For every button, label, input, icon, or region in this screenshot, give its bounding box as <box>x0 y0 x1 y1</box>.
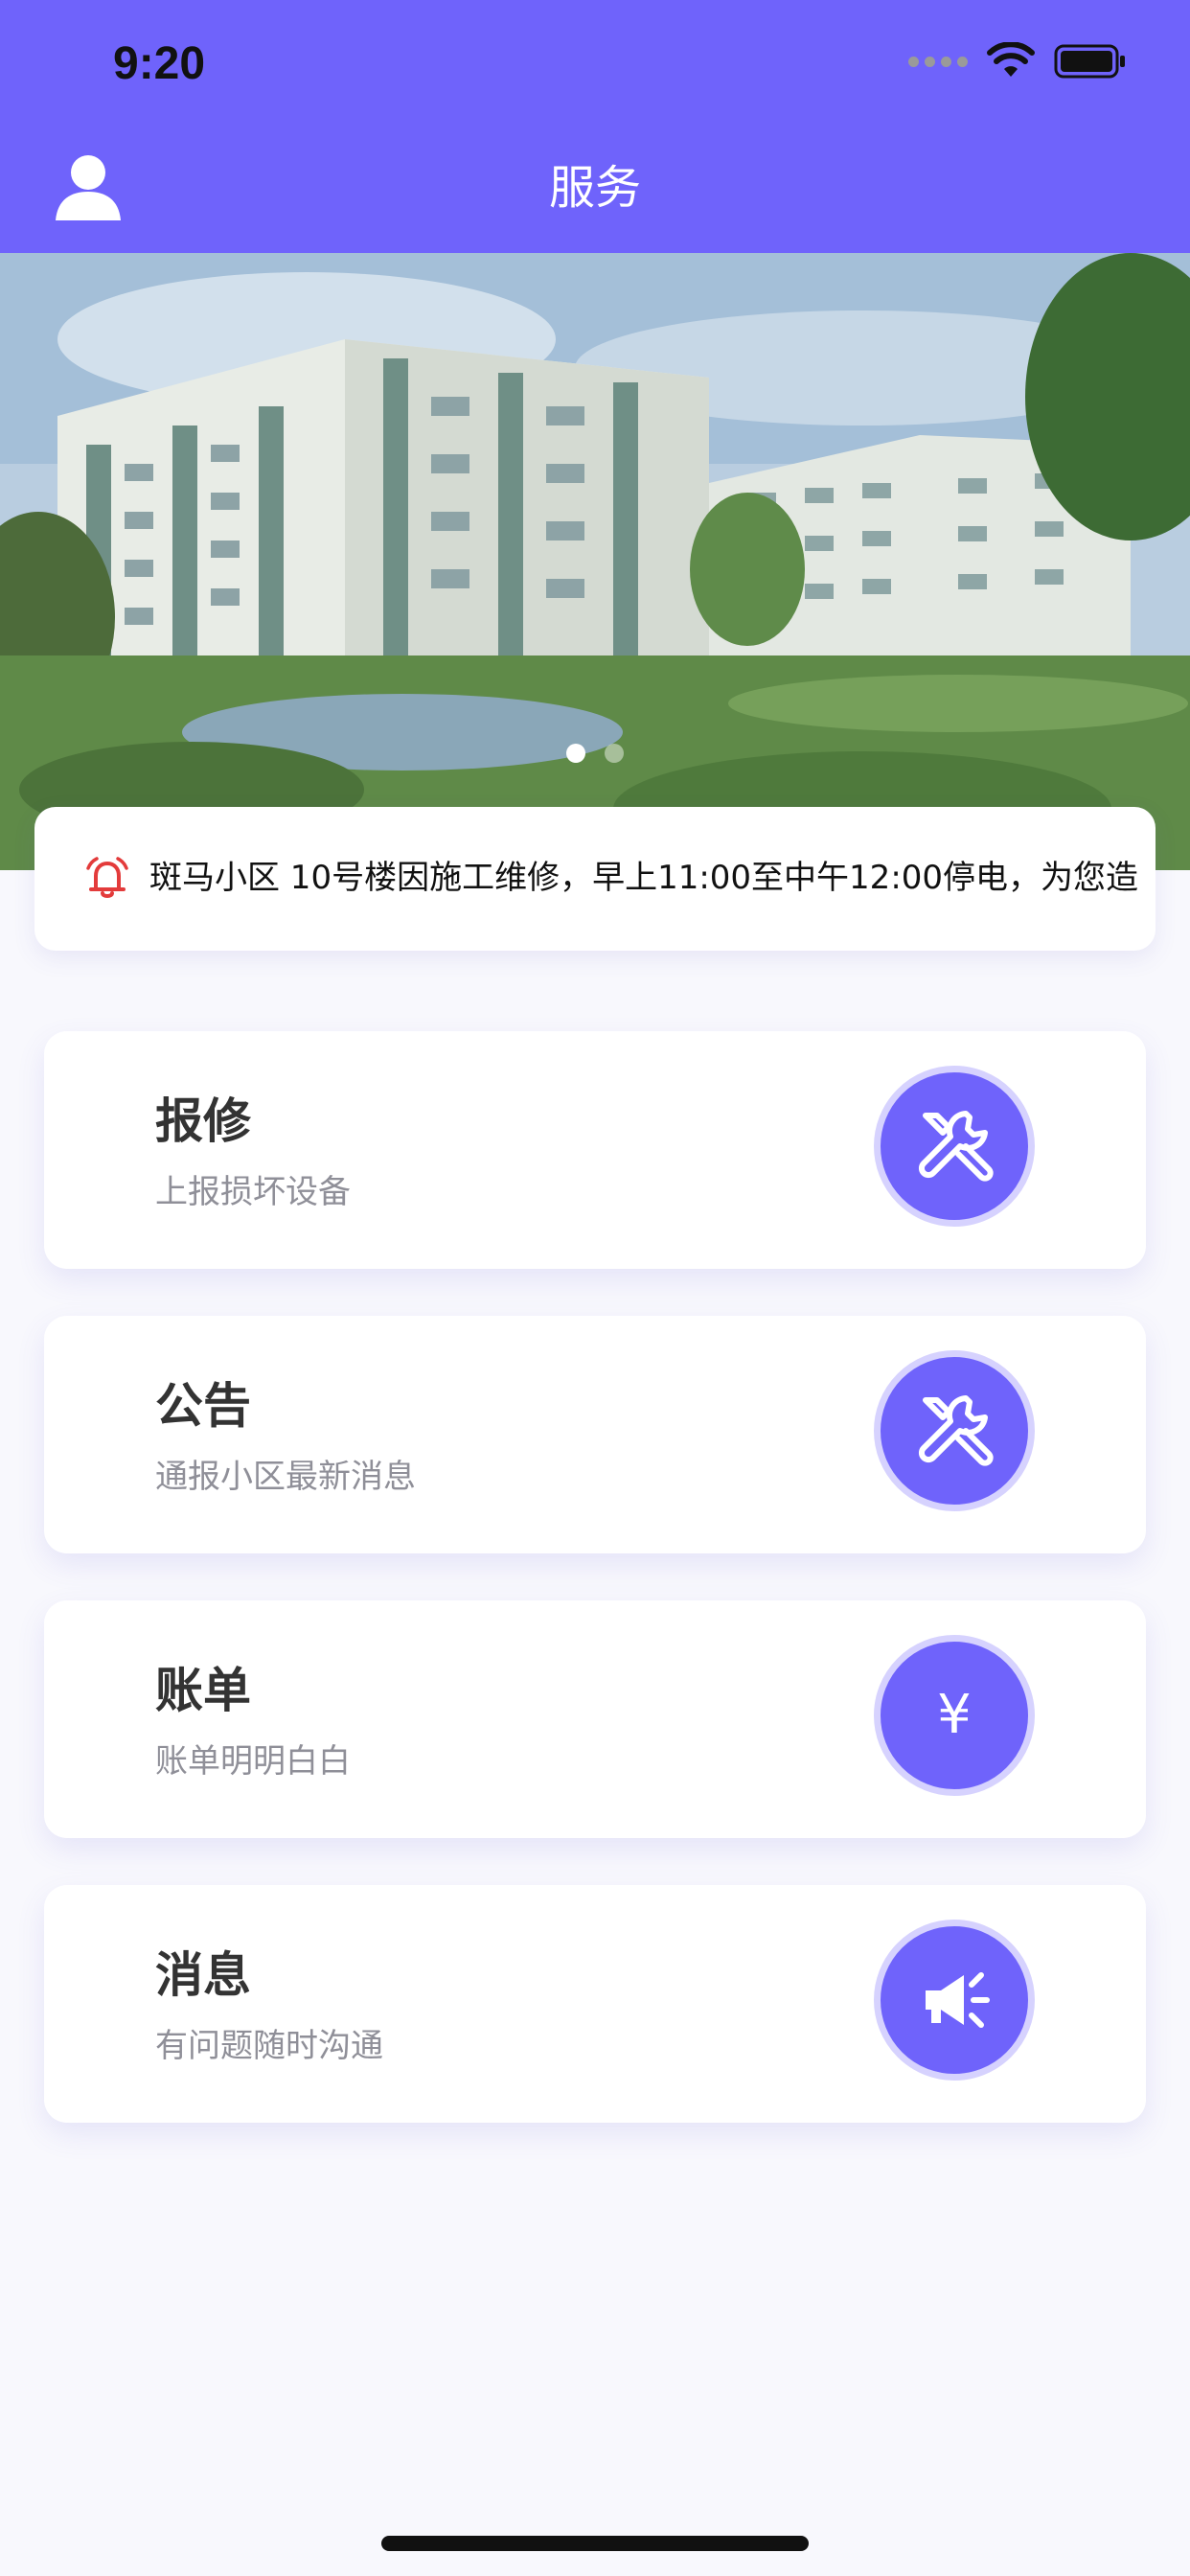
banner-image <box>0 253 1190 870</box>
service-card-announcement[interactable]: 公告 通报小区最新消息 <box>44 1316 1146 1553</box>
battery-icon <box>1054 44 1125 79</box>
page-title: 服务 <box>548 161 641 215</box>
home-indicator <box>381 2536 809 2551</box>
status-time: 9:20 <box>113 38 206 89</box>
notice-text: 斑马小区 10号楼因施工维修，早上11:00至中午12:00停电，为您造 <box>149 859 1139 897</box>
message-button[interactable] <box>874 1920 1035 2081</box>
carousel-dot-1[interactable] <box>566 744 585 763</box>
status-icons <box>908 42 1127 80</box>
wrench-screwdriver-icon <box>918 1111 994 1182</box>
signal-icon <box>908 56 968 67</box>
service-card-repair[interactable]: 报修 上报损坏设备 <box>44 1031 1146 1269</box>
card-subtitle: 上报损坏设备 <box>155 1173 351 1211</box>
card-title: 消息 <box>155 1947 251 2003</box>
announcement-button[interactable] <box>874 1350 1035 1511</box>
megaphone-icon <box>926 1972 990 2028</box>
carousel-indicator[interactable] <box>0 744 1190 763</box>
card-title: 公告 <box>155 1378 251 1434</box>
repair-button[interactable] <box>874 1066 1035 1227</box>
service-card-message[interactable]: 消息 有问题随时沟通 <box>44 1885 1146 2123</box>
card-subtitle: 有问题随时沟通 <box>155 2027 383 2065</box>
card-title: 报修 <box>155 1093 251 1149</box>
top-header: 9:20 服务 <box>0 0 1190 253</box>
wrench-screwdriver-icon <box>918 1395 994 1466</box>
notice-bar[interactable]: 斑马小区 10号楼因施工维修，早上11:00至中午12:00停电，为您造 <box>34 807 1156 951</box>
bill-button[interactable]: ¥ <box>874 1635 1035 1796</box>
service-card-bill[interactable]: 账单 账单明明白白 ¥ <box>44 1600 1146 1838</box>
yen-icon: ¥ <box>937 1684 972 1746</box>
card-title: 账单 <box>155 1663 251 1718</box>
banner-carousel[interactable] <box>0 253 1190 870</box>
bell-icon <box>86 857 128 898</box>
card-subtitle: 账单明明白白 <box>155 1742 351 1781</box>
card-subtitle: 通报小区最新消息 <box>155 1458 416 1496</box>
carousel-dot-2[interactable] <box>605 744 624 763</box>
wifi-icon <box>987 42 1035 77</box>
